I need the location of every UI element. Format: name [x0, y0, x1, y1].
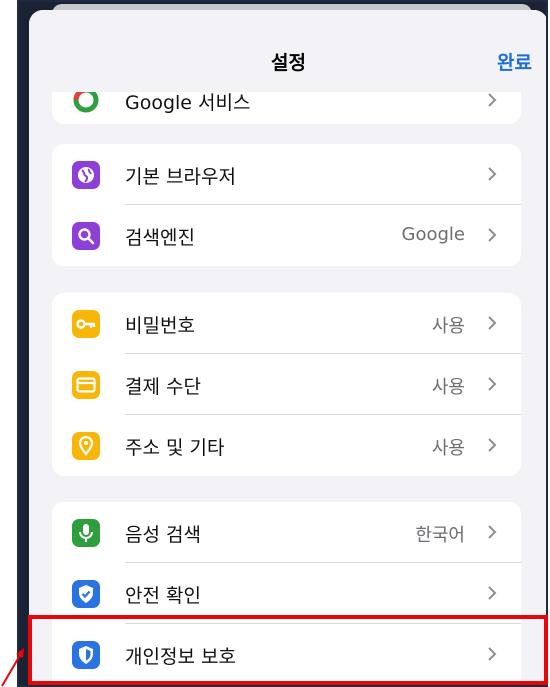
chevron-right-icon — [488, 93, 497, 107]
location-pin-icon — [72, 432, 100, 460]
passwords-label: 비밀번호 — [125, 315, 195, 337]
chevron-right-icon — [488, 647, 497, 661]
search-engine-label: 검색엔진 — [125, 227, 195, 249]
default-browser-label: 기본 브라우저 — [125, 166, 236, 188]
settings-row-default-browser[interactable]: 기본 브라우저 — [52, 144, 521, 205]
passwords-value: 사용 — [431, 316, 465, 337]
search-engine-value: Google — [401, 224, 465, 245]
done-button[interactable]: 완료 — [497, 48, 532, 75]
settings-row-search-engine[interactable]: 검색엔진 Google — [52, 205, 521, 266]
navigation-bar: 설정 완료 — [29, 10, 546, 92]
browser-group: 기본 브라우저 검색엔진 Google — [52, 144, 521, 266]
settings-sheet: Google 서비스 설정 완료 기본 브라우저 검색엔진 Google 비밀번… — [29, 10, 546, 685]
search-icon — [72, 222, 100, 250]
annotation-arrow-icon — [1, 648, 24, 687]
globe-icon — [72, 161, 100, 189]
shield-privacy-icon — [72, 641, 100, 669]
more-settings-group: 음성 검색 한국어 안전 확인 개인정보 보호 — [52, 502, 521, 685]
settings-row-privacy[interactable]: 개인정보 보호 — [52, 624, 521, 685]
shield-check-icon — [72, 580, 100, 608]
chevron-right-icon — [488, 586, 497, 600]
chevron-right-icon — [488, 228, 497, 242]
screenshot-frame: Google 서비스 설정 완료 기본 브라우저 검색엔진 Google 비밀번… — [17, 0, 548, 687]
autofill-group: 비밀번호 사용 결제 수단 사용 주소 및 기타 사용 — [52, 293, 521, 476]
payment-methods-label: 결제 수단 — [125, 376, 201, 398]
card-icon — [72, 371, 100, 399]
voice-search-value: 한국어 — [415, 525, 465, 546]
chevron-right-icon — [488, 167, 497, 181]
settings-row-safety-check[interactable]: 안전 확인 — [52, 563, 521, 624]
addresses-value: 사용 — [431, 438, 465, 459]
settings-row-voice-search[interactable]: 음성 검색 한국어 — [52, 502, 521, 563]
settings-row-passwords[interactable]: 비밀번호 사용 — [52, 293, 521, 354]
page-title: 설정 — [271, 52, 306, 74]
safety-check-label: 안전 확인 — [125, 585, 201, 607]
chevron-right-icon — [488, 316, 497, 330]
settings-row-addresses[interactable]: 주소 및 기타 사용 — [52, 415, 521, 476]
chevron-right-icon — [488, 438, 497, 452]
chevron-right-icon — [488, 525, 497, 539]
payment-methods-value: 사용 — [431, 377, 465, 398]
privacy-label: 개인정보 보호 — [125, 646, 236, 668]
key-icon — [72, 310, 100, 338]
addresses-label: 주소 및 기타 — [125, 437, 225, 459]
chevron-right-icon — [488, 377, 497, 391]
microphone-icon — [72, 519, 100, 547]
settings-row-payment-methods[interactable]: 결제 수단 사용 — [52, 354, 521, 415]
google-services-label: Google 서비스 — [125, 92, 251, 114]
voice-search-label: 음성 검색 — [125, 524, 201, 546]
